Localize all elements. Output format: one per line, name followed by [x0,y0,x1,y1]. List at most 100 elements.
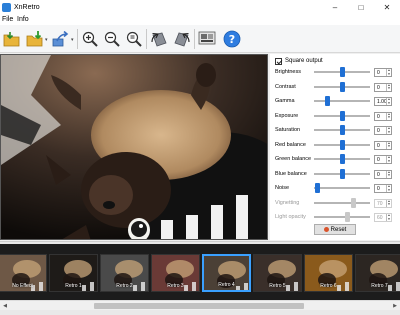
green-balance-slider-thumb[interactable] [340,154,345,164]
spin-arrows-icon[interactable]: ▲ ▼ [386,141,391,149]
gamma-slider[interactable] [314,96,370,106]
spin-arrows-icon[interactable]: ▲ ▼ [386,68,391,76]
preview-image[interactable] [0,54,268,240]
effect-thumbnail[interactable]: Retro 5 [253,254,302,292]
window-title: XnRetro [14,4,40,11]
effects-strip: No Effect Retro 1 Retro 2 Retro 3 Retro 4 Ret… [0,244,400,300]
saturation-slider-thumb[interactable] [340,125,345,135]
scroll-right-icon[interactable]: ▶ [391,302,399,310]
effect-thumbnail[interactable]: Retro 2 [100,254,149,292]
green-balance-spinbox[interactable]: 0 ▲ ▼ [374,155,392,164]
adjustment-panel: Square output Brightness 0 ▲ ▼ Contrast 0 ▲ ▼ Ga… [270,54,400,240]
light-opacity-slider [314,212,370,222]
effect-thumbnail[interactable]: Retro 7 [355,254,400,292]
light-opacity-label: Light opacity [275,214,306,220]
brightness-slider-thumb[interactable] [340,67,345,77]
cat-photo [1,55,267,239]
green-balance-value: 0 [377,157,380,163]
vignetting-label: Vignetting [275,199,300,206]
saturation-slider[interactable] [314,125,370,135]
horizontal-scrollbar[interactable]: ◀ ▶ [0,300,400,310]
vignetting-spinbox: 70 ▲ ▼ [374,198,392,208]
gamma-label: Gamma [275,98,295,104]
scroll-left-icon[interactable]: ◀ [1,302,9,310]
reset-icon [323,227,329,232]
saturation-label: Saturation [275,127,301,133]
light-opacity-value: 60 [377,215,383,221]
exposure-label: Exposure [275,112,299,119]
spin-arrows-icon[interactable]: ▲ ▼ [386,97,391,105]
effect-thumbnail[interactable]: Retro 6 [304,254,353,292]
app-icon [2,3,11,12]
effect-thumbnail[interactable]: Retro 4 [202,254,251,292]
effect-label: Retro 6 [320,283,337,289]
title-bar: XnRetro – □ ✕ [0,0,400,15]
brightness-spinbox[interactable]: 0 ▲ ▼ [374,68,392,77]
brightness-value: 0 [377,70,380,76]
chevron-down-icon[interactable]: ▾ [71,37,74,43]
green-balance-label: Green balance [275,156,312,162]
blue-balance-slider[interactable] [314,168,370,179]
gamma-spinbox[interactable]: 1.00 ▲ ▼ [374,97,392,106]
spin-arrows-icon[interactable]: ▲ ▼ [386,170,391,178]
rotate-right-icon[interactable] [171,28,192,49]
exposure-spinbox[interactable]: 0 ▲ ▼ [374,111,392,121]
scroll-thumb[interactable] [94,303,304,309]
zoom-out-icon[interactable] [101,28,122,49]
gamma-slider-thumb[interactable] [324,96,330,106]
contrast-spinbox[interactable]: 0 ▲ ▼ [374,82,392,92]
red-balance-label: Red balance [275,141,306,148]
chevron-down-icon[interactable]: ▾ [45,37,48,43]
effect-thumbnail[interactable]: Retro 3 [151,254,200,292]
toolbar: ▾ ▾ ? [0,25,400,53]
spin-arrows-icon[interactable]: ▲ ▼ [386,112,391,120]
blue-balance-slider-thumb[interactable] [340,168,345,179]
exposure-slider[interactable] [314,110,370,121]
exposure-slider-thumb[interactable] [340,110,345,121]
effect-label: Retro 3 [167,283,184,289]
square-output-label: Square output [285,58,323,64]
square-output-checkbox[interactable] [275,57,282,65]
menu-bar: File Info [0,15,400,25]
export-icon[interactable] [50,28,71,49]
noise-spinbox[interactable]: 0 ▲ ▼ [374,184,392,193]
square-output-option[interactable]: Square output [275,56,323,66]
noise-slider-thumb[interactable] [314,183,320,193]
zoom-in-icon[interactable] [79,28,100,49]
effect-label: Retro 2 [116,283,133,289]
contrast-slider-thumb[interactable] [340,81,345,92]
open-folder-icon[interactable] [1,28,22,49]
brightness-label: Brightness [275,69,301,75]
blue-balance-spinbox[interactable]: 0 ▲ ▼ [374,169,392,179]
maximize-icon[interactable]: □ [348,0,374,15]
spin-arrows-icon[interactable]: ▲ ▼ [386,184,391,192]
vignetting-slider [314,197,370,208]
rotate-left-icon[interactable] [148,28,169,49]
compare-icon[interactable] [196,28,217,49]
light-opacity-spinbox: 60 ▲ ▼ [374,213,392,222]
svg-text:?: ? [228,33,234,46]
brightness-slider[interactable] [314,67,370,77]
red-balance-slider-thumb[interactable] [340,139,345,150]
saturation-spinbox[interactable]: 0 ▲ ▼ [374,126,392,135]
effect-thumbnail[interactable]: Retro 1 [49,254,98,292]
zoom-fit-icon[interactable] [123,28,144,49]
menu-info[interactable]: Info [17,16,29,23]
help-icon[interactable]: ? [221,28,242,49]
red-balance-slider[interactable] [314,139,370,150]
spin-arrows-icon[interactable]: ▲ ▼ [386,126,391,134]
effect-thumbnail[interactable]: No Effect [0,254,47,292]
reset-button[interactable]: Reset [314,224,356,235]
menu-file[interactable]: File [2,16,13,23]
red-balance-spinbox[interactable]: 0 ▲ ▼ [374,140,392,150]
red-balance-value: 0 [377,142,380,149]
spin-arrows-icon[interactable]: ▲ ▼ [386,155,391,163]
minimize-icon[interactable]: – [322,0,348,15]
contrast-slider[interactable] [314,81,370,92]
saturation-value: 0 [377,128,380,134]
spin-arrows-icon[interactable]: ▲ ▼ [386,83,391,91]
close-icon[interactable]: ✕ [374,0,400,15]
noise-slider[interactable] [314,183,370,193]
green-balance-slider[interactable] [314,154,370,164]
save-icon[interactable] [24,28,45,49]
